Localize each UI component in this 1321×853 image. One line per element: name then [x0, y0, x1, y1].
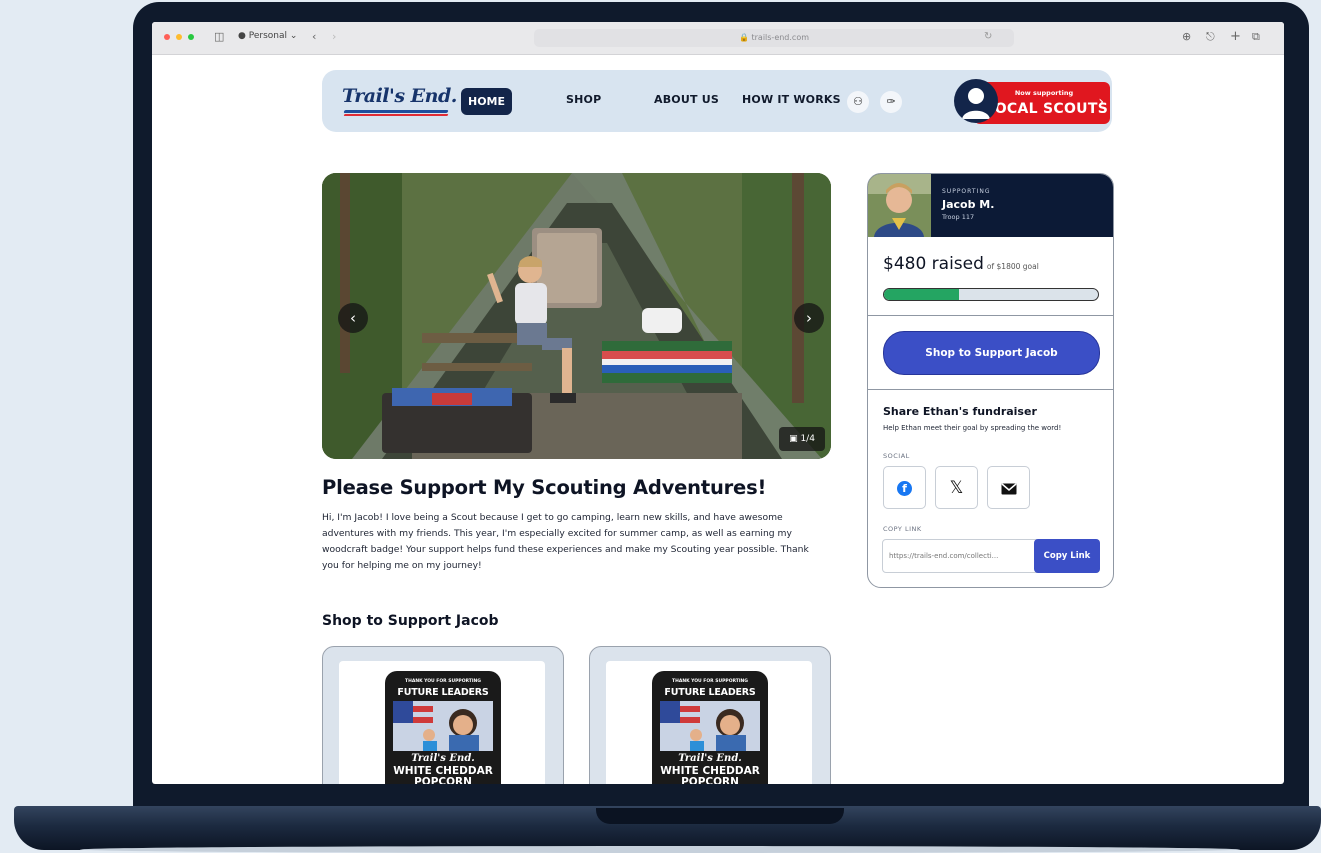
copy-link-button[interactable]: Copy Link: [1034, 539, 1100, 573]
profile-switcher[interactable]: ● Personal ⌄: [238, 31, 297, 41]
address-bar[interactable]: 🔒 trails-end.com: [534, 29, 1014, 47]
raised-amount: $480 raised: [883, 254, 984, 274]
shop-section-title: Shop to Support Jacob: [322, 613, 499, 629]
scout-avatar: [954, 79, 998, 123]
bag-tagline: THANK YOU FOR SUPPORTING: [672, 679, 748, 684]
image-icon: ▣: [789, 434, 798, 444]
share-title: Share Ethan's fundraiser: [883, 405, 1037, 418]
local-scouts-cta[interactable]: Now supporting LOCAL SCOUTS ›: [954, 79, 1112, 124]
bag-product-name: WHITE CHEDDAR POPCORN: [385, 766, 501, 785]
carousel-prev-button[interactable]: ‹: [338, 303, 368, 333]
divider: [868, 315, 1113, 316]
bag-headline: FUTURE LEADERS: [664, 687, 756, 698]
cta-title: LOCAL SCOUTS: [986, 101, 1109, 117]
site-header: Trail's End. HOME SHOP ABOUT US HOW IT W…: [322, 70, 1112, 132]
forward-icon[interactable]: ›: [332, 30, 336, 44]
bag-product-name: WHITE CHEDDAR POPCORN: [652, 766, 768, 785]
nav-shop[interactable]: SHOP: [566, 93, 601, 106]
reload-icon[interactable]: ↻: [984, 30, 992, 44]
product-card[interactable]: THANK YOU FOR SUPPORTING FUTURE LEADERS …: [589, 646, 831, 784]
tent-photo: [322, 173, 831, 459]
minimize-window-icon[interactable]: [176, 34, 182, 40]
bag-brand: Trail's End.: [411, 753, 475, 764]
address-text: trails-end.com: [751, 33, 810, 42]
progress-fill: [884, 289, 959, 300]
tab-overview-icon[interactable]: ⧉: [1252, 30, 1260, 44]
page-description: Hi, I'm Jacob! I love being a Scout beca…: [322, 512, 809, 571]
divider: [868, 389, 1113, 390]
laptop-shadow: [80, 846, 1240, 853]
supporting-label: SUPPORTING: [942, 188, 991, 195]
maximize-window-icon[interactable]: [188, 34, 194, 40]
bag-artwork: [393, 701, 493, 751]
bag-artwork: [660, 701, 760, 751]
nav-home[interactable]: HOME: [461, 88, 512, 115]
logo-swoosh-blue: [343, 110, 449, 113]
logo-text: Trail's End.: [342, 85, 457, 107]
close-window-icon[interactable]: [164, 34, 170, 40]
laptop-notch: [596, 808, 844, 824]
share-subtitle: Help Ethan meet their goal by spreading …: [883, 424, 1062, 432]
browser-screen: ◫ ● Personal ⌄ ‹ › ▦ 🔒 trails-end.com ↻ …: [152, 22, 1284, 784]
cart-icon[interactable]: ✑: [880, 91, 902, 113]
copy-link-field: https://trails-end.com/collecti... Copy …: [882, 539, 1100, 573]
fundraiser-card: SUPPORTING Jacob M. Troop 117 $480 raise…: [867, 173, 1114, 588]
raised-summary: $480 raised of $1800 goal: [883, 254, 1039, 274]
carousel-counter-text: 1/4: [800, 434, 815, 444]
chevron-right-icon: ›: [1098, 94, 1104, 110]
downloads-icon[interactable]: ⊕: [1182, 30, 1191, 44]
popcorn-bag: THANK YOU FOR SUPPORTING FUTURE LEADERS …: [652, 671, 768, 784]
copy-link-label: COPY LINK: [883, 525, 922, 533]
nav-how-it-works[interactable]: HOW IT WORKS: [742, 93, 841, 106]
bag-headline: FUTURE LEADERS: [397, 687, 489, 698]
copy-link-input[interactable]: https://trails-end.com/collecti...: [889, 540, 1031, 572]
popcorn-bag: THANK YOU FOR SUPPORTING FUTURE LEADERS …: [385, 671, 501, 784]
scout-photo: [868, 174, 931, 237]
browser-toolbar: ◫ ● Personal ⌄ ‹ › ▦ 🔒 trails-end.com ↻ …: [152, 22, 1284, 55]
troop-label: Troop 117: [942, 213, 975, 221]
social-label: SOCIAL: [883, 452, 910, 460]
facebook-icon: f: [897, 481, 912, 496]
trails-end-logo[interactable]: Trail's End.: [342, 83, 457, 119]
new-tab-icon[interactable]: +: [1230, 30, 1241, 44]
sidebar-toggle-icon[interactable]: ◫: [214, 30, 224, 44]
fundraising-progress-bar: [883, 288, 1099, 301]
product-image: THANK YOU FOR SUPPORTING FUTURE LEADERS …: [606, 661, 812, 784]
bag-tagline: THANK YOU FOR SUPPORTING: [405, 679, 481, 684]
account-icon[interactable]: ⚇: [847, 91, 869, 113]
x-icon: 𝕏: [949, 478, 964, 498]
nav-about-us[interactable]: ABOUT US: [654, 93, 719, 106]
shop-to-support-button[interactable]: Shop to Support Jacob: [883, 331, 1100, 375]
x-share-button[interactable]: 𝕏: [935, 466, 978, 509]
scout-name: Jacob M.: [942, 198, 995, 211]
bag-product-line2: POPCORN: [414, 776, 472, 785]
product-card[interactable]: THANK YOU FOR SUPPORTING FUTURE LEADERS …: [322, 646, 564, 784]
goal-amount: of $1800 goal: [986, 262, 1039, 271]
product-image: THANK YOU FOR SUPPORTING FUTURE LEADERS …: [339, 661, 545, 784]
cta-subtitle: Now supporting: [1014, 89, 1074, 97]
facebook-share-button[interactable]: f: [883, 466, 926, 509]
share-icon[interactable]: ⎋: [1206, 30, 1215, 44]
logo-swoosh-red: [343, 114, 449, 116]
page-title: Please Support My Scouting Adventures!: [322, 476, 767, 499]
bag-brand: Trail's End.: [678, 753, 742, 764]
bag-product-line2: POPCORN: [681, 776, 739, 785]
carousel-next-button[interactable]: ›: [794, 303, 824, 333]
hero-photo-carousel[interactable]: ‹ › ▣ 1/4: [322, 173, 831, 459]
back-icon[interactable]: ‹: [312, 30, 316, 44]
profile-label: Personal: [248, 31, 287, 41]
scout-header: SUPPORTING Jacob M. Troop 117: [868, 174, 1113, 237]
email-share-button[interactable]: [987, 466, 1030, 509]
carousel-counter: ▣ 1/4: [779, 427, 825, 451]
envelope-icon: [1001, 482, 1016, 494]
